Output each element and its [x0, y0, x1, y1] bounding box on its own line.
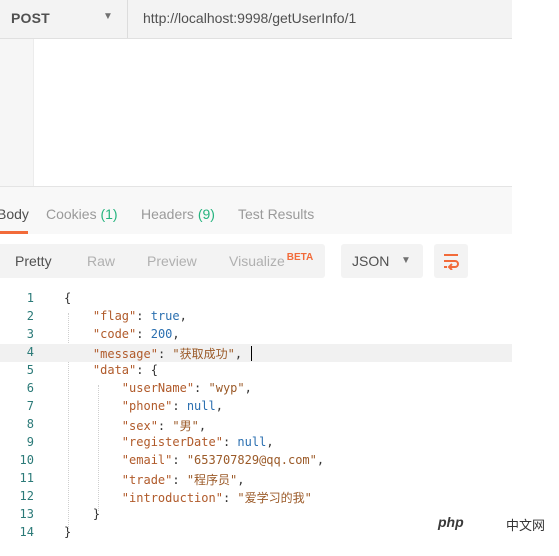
method-label: POST: [11, 10, 50, 26]
tab-body[interactable]: Body: [0, 206, 29, 222]
request-bar: POST ▼ http://localhost:9998/getUserInfo…: [0, 0, 512, 39]
code-text: "introduction": "爱学习的我": [121, 491, 312, 505]
code-text: "email": "653707829@qq.com",: [121, 453, 325, 467]
line-number: 2: [26, 309, 34, 323]
wrap-lines-icon: [444, 254, 459, 270]
view-toolbar: Pretty Raw Preview Visualize BETA JSON ▼: [0, 234, 512, 288]
format-select[interactable]: JSON ▼: [341, 244, 423, 278]
code-text: "sex": "男",: [121, 419, 207, 433]
chevron-down-icon: ▼: [401, 255, 411, 266]
view-visualize[interactable]: Visualize BETA: [229, 252, 314, 269]
watermark-site: 中文网: [506, 518, 546, 533]
code-text: "code": 200,: [92, 327, 180, 341]
tab-cookies-label: Cookies: [46, 206, 97, 222]
line-number: 7: [26, 399, 34, 413]
view-raw[interactable]: Raw: [87, 253, 115, 269]
line-number: 12: [19, 489, 34, 503]
code-text: {: [64, 291, 72, 305]
method-select[interactable]: POST ▼: [0, 0, 128, 38]
code-text: "userName": "wyp",: [121, 381, 252, 395]
chevron-down-icon: ▼: [103, 11, 113, 22]
code-text: "phone": null,: [121, 399, 223, 413]
request-body-editor[interactable]: [34, 39, 512, 186]
code-line: 3 "code": 200,: [0, 326, 512, 344]
tab-cookies[interactable]: Cookies (1): [46, 206, 118, 222]
line-number: 4: [26, 345, 34, 359]
view-visualize-label: Visualize: [229, 253, 285, 269]
line-number: 10: [19, 453, 34, 467]
line-number: 1: [26, 291, 34, 305]
format-label: JSON: [352, 253, 390, 269]
code-text: "trade": "程序员",: [121, 473, 245, 487]
tab-headers-label: Headers: [141, 206, 194, 222]
beta-badge: BETA: [286, 252, 314, 263]
code-text: "registerDate": null,: [121, 435, 274, 449]
tab-body-label: Body: [0, 206, 29, 222]
tab-headers[interactable]: Headers (9): [141, 206, 215, 222]
line-number: 8: [26, 417, 34, 431]
code-line: 1{: [0, 290, 512, 308]
code-line: 4 "message": "获取成功",: [0, 344, 512, 362]
request-editor-gutter: [0, 39, 34, 186]
php-logo: php: [428, 510, 498, 536]
line-number: 13: [19, 507, 34, 521]
url-input[interactable]: http://localhost:9998/getUserInfo/1: [143, 10, 356, 26]
code-line: 2 "flag": true,: [0, 308, 512, 326]
code-line: 11 "trade": "程序员",: [0, 470, 512, 488]
code-line: 6 "userName": "wyp",: [0, 380, 512, 398]
response-tabs: Body Cookies (1) Headers (9) Test Result…: [0, 186, 512, 235]
line-number: 14: [19, 525, 34, 539]
code-line: 7 "phone": null,: [0, 398, 512, 416]
cookies-count: (1): [100, 206, 118, 222]
code-line: 8 "sex": "男",: [0, 416, 512, 434]
headers-count: (9): [197, 206, 215, 222]
view-preview[interactable]: Preview: [147, 253, 197, 269]
code-line: 9 "registerDate": null,: [0, 434, 512, 452]
line-number: 6: [26, 381, 34, 395]
text-cursor: [251, 346, 252, 361]
line-number: 3: [26, 327, 34, 341]
line-number: 5: [26, 363, 34, 377]
wrap-lines-button[interactable]: [434, 244, 468, 278]
tab-test-results[interactable]: Test Results: [238, 206, 314, 222]
tab-test-results-label: Test Results: [238, 206, 315, 222]
code-line: 12 "introduction": "爱学习的我": [0, 488, 512, 506]
code-text: }: [64, 525, 72, 539]
code-text: "data": {: [92, 363, 158, 377]
code-text: "message": "获取成功",: [92, 347, 243, 361]
php-logo-text: php: [438, 514, 464, 530]
view-mode-group: Pretty Raw Preview Visualize BETA: [0, 244, 325, 278]
line-number: 9: [26, 435, 34, 449]
code-text: "flag": true,: [92, 309, 187, 323]
view-pretty[interactable]: Pretty: [15, 253, 52, 269]
line-number: 11: [19, 471, 34, 485]
code-line: 5 "data": {: [0, 362, 512, 380]
code-line: 10 "email": "653707829@qq.com",: [0, 452, 512, 470]
code-text: }: [64, 507, 101, 521]
